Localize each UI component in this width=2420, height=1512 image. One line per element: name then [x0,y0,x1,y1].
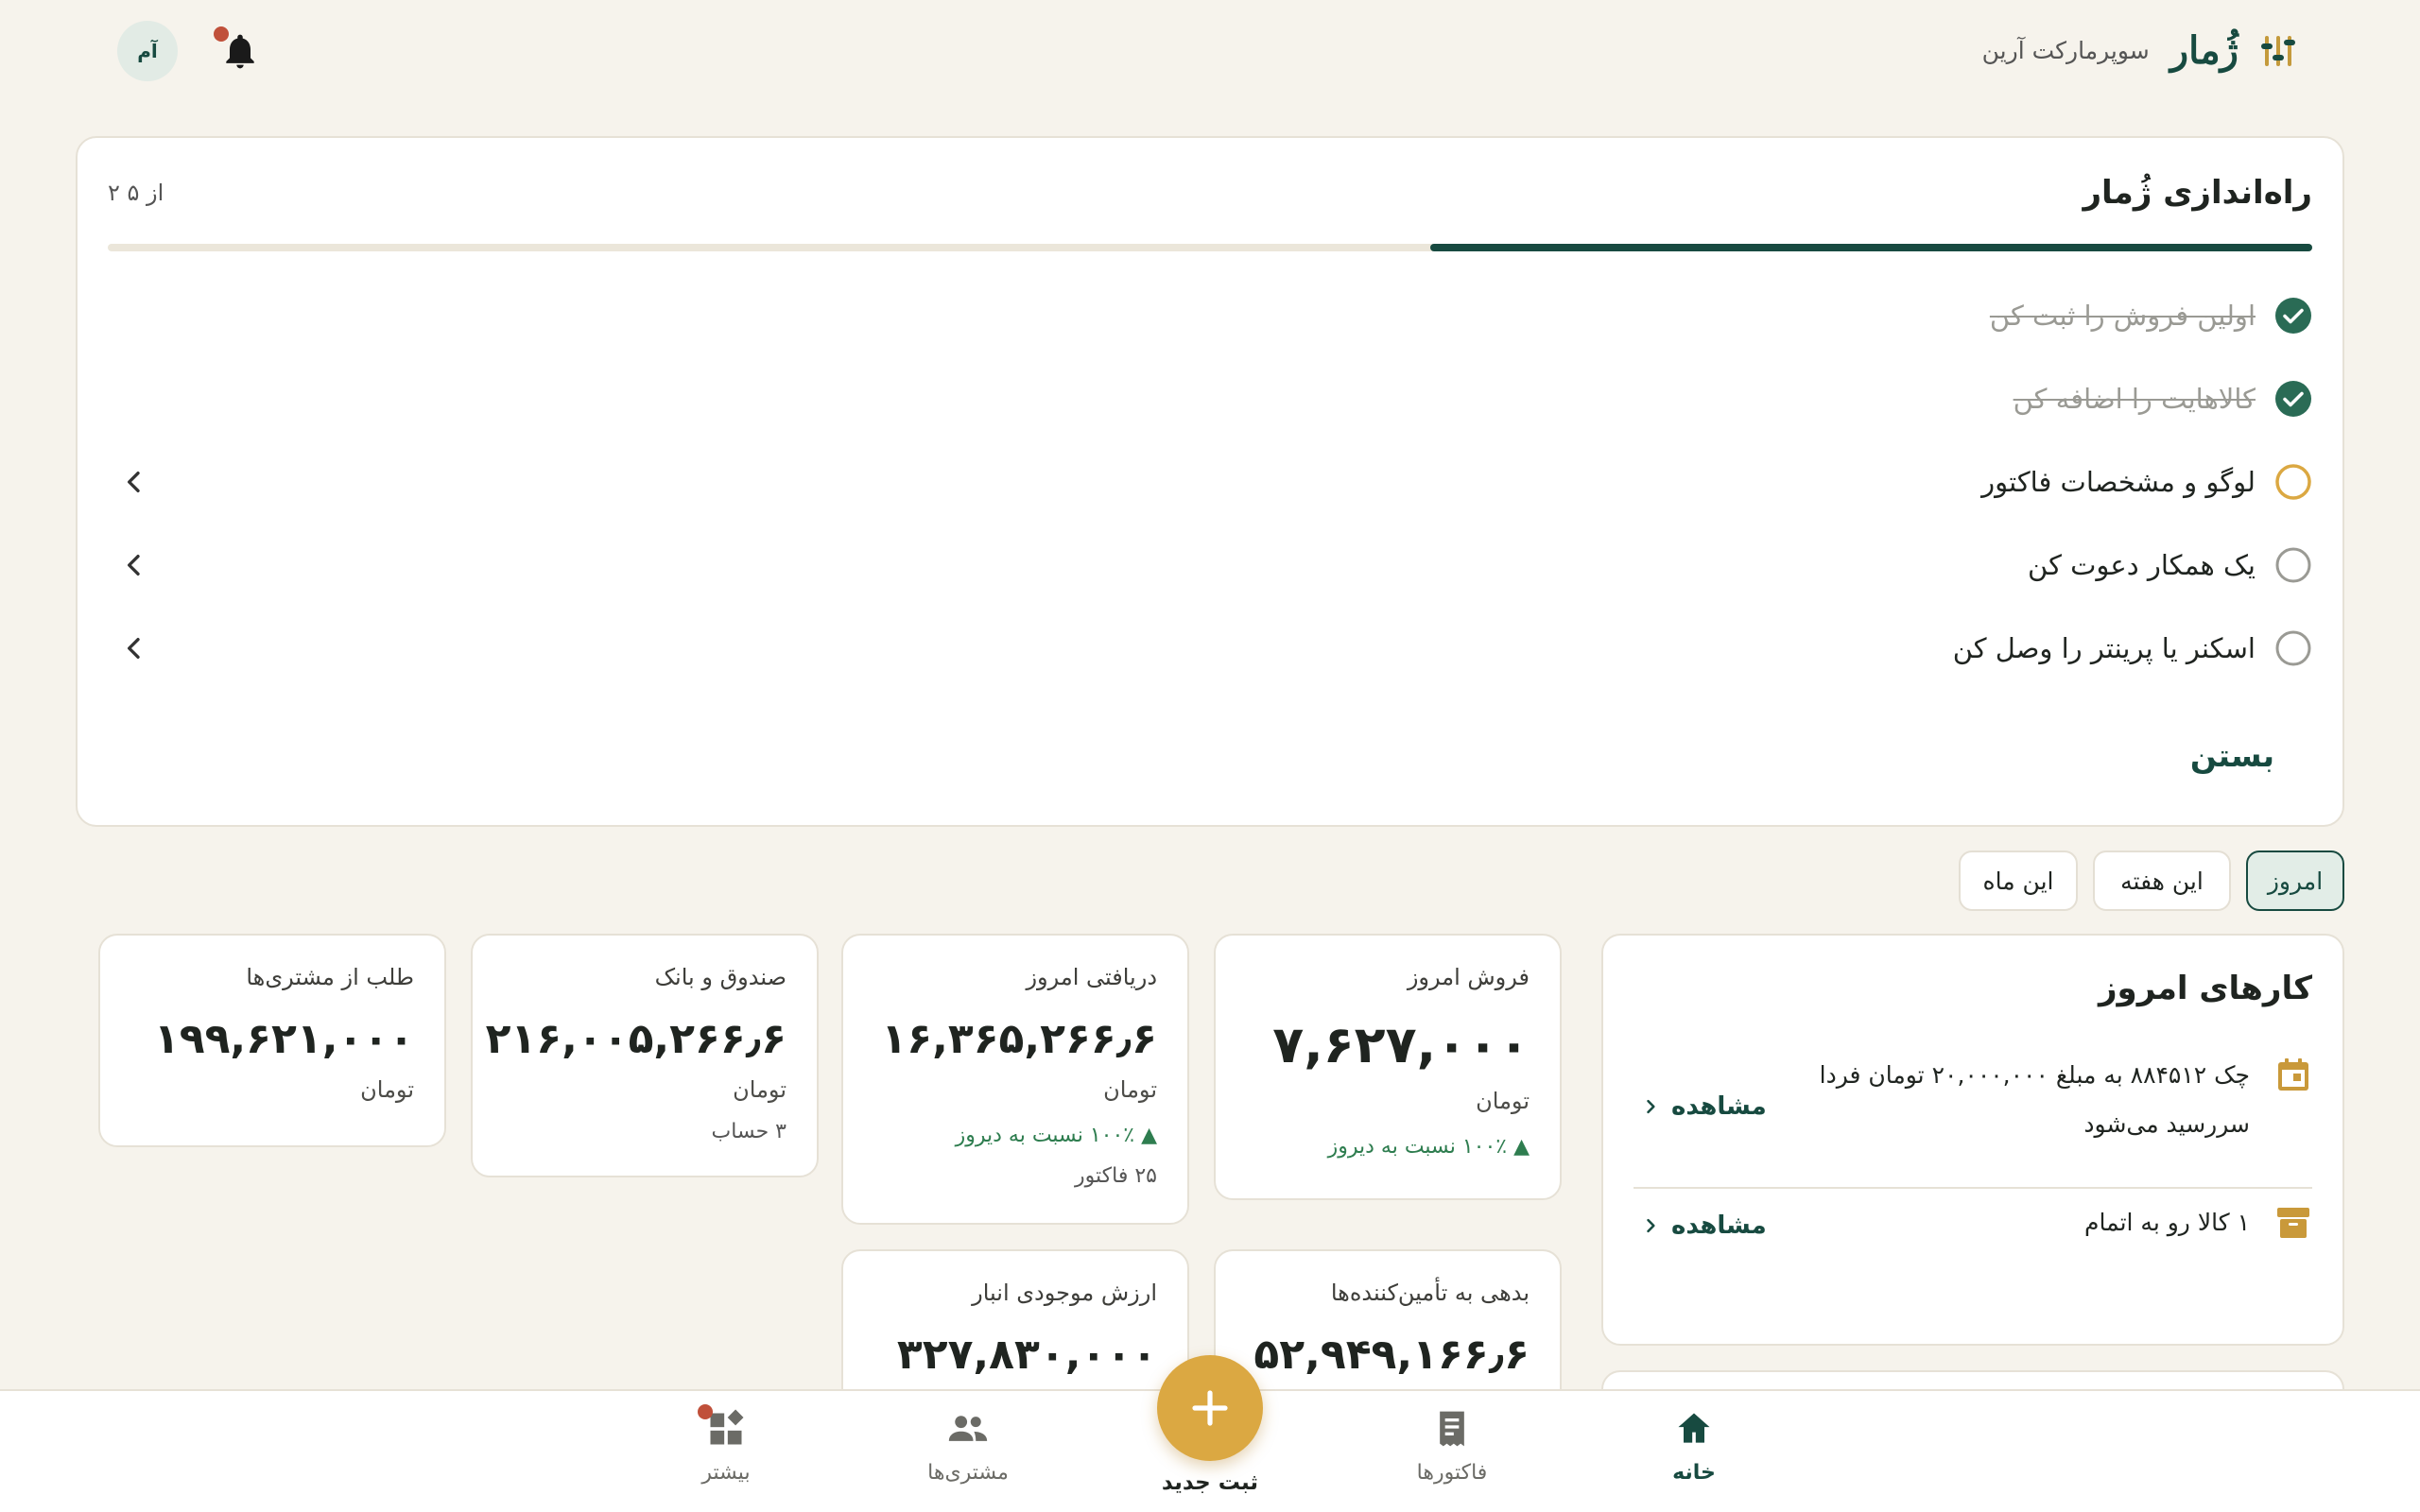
check-circle-icon [2275,381,2311,417]
nav-label: بیشتر [701,1461,751,1485]
todo-item: چک ۸۸۴۵۱۲ به مبلغ ۲۰,۰۰۰,۰۰۰ تومان فردا … [1634,1057,2312,1170]
nav-invoices[interactable]: فاکتورها [1376,1408,1528,1485]
stat-value: ۱۶,۳۶۵,۲۶۶٫۶ [881,1015,1157,1063]
today-tasks-card: کارهای امروز چک ۸۸۴۵۱۲ به مبلغ ۲۰,۰۰۰,۰۰… [1601,934,2344,1346]
stat-value: ۳۲۷,۸۳۰,۰۰۰ [896,1331,1157,1379]
nav-label: فاکتورها [1416,1461,1488,1485]
stat-card-sales[interactable]: فروش امروز ۷,۶۲۷,۰۰۰ تومان ▲ ۱۰۰٪ نسبت ب… [1214,934,1562,1200]
nav-label: خانه [1672,1461,1716,1485]
stat-sub: ۲۵ فاکتور [1075,1164,1157,1188]
stat-value: ۲۱۶,۰۰۵,۲۶۶٫۶ [485,1015,786,1063]
chevron-left-icon[interactable] [119,550,149,580]
tab-this-week[interactable]: این هفته [2093,850,2231,911]
brand: ژُمار سوپرمارکت آرین [1982,28,2297,73]
todo-item: ۱ کالا رو به اتمام مشاهده [1634,1204,2312,1280]
circle-empty-icon [2275,547,2311,583]
stat-title: دریافتی امروز [1026,964,1157,990]
view-link[interactable]: مشاهده [1641,1211,1767,1240]
setup-task-label: یک همکار دعوت کن [2028,549,2256,581]
chevron-left-icon[interactable] [119,467,149,497]
nav-home[interactable]: خانه [1618,1408,1770,1485]
view-link-label: مشاهده [1671,1211,1767,1240]
avatar[interactable]: آم [117,21,178,81]
stat-card-received[interactable]: دریافتی امروز ۱۶,۳۶۵,۲۶۶٫۶ تومان ▲ ۱۰۰٪ … [841,934,1189,1225]
notification-dot [214,26,229,42]
chevron-right-icon [1647,1099,1655,1114]
chevron-right-icon [1647,1218,1655,1233]
chevron-left-icon[interactable] [119,633,149,663]
stat-card-receivable[interactable]: طلب از مشتری‌ها ۱۹۹,۶۲۱,۰۰۰ تومان [98,934,446,1147]
stat-value: ۷,۶۲۷,۰۰۰ [1272,1015,1530,1074]
setup-task-label: اسکنر یا پرینتر را وصل کن [1952,632,2256,664]
stat-unit: تومان [1103,1076,1157,1103]
tab-this-month[interactable]: این ماه [1959,850,2078,911]
stat-title: بدهی به تأمین‌کننده‌ها [1330,1280,1530,1306]
stat-unit: تومان [360,1076,414,1103]
close-setup-button[interactable]: بستن [2190,737,2274,774]
circle-empty-icon [2275,630,2311,666]
brand-name: ژُمار [2169,28,2238,73]
divider [1634,1187,2312,1189]
setup-task[interactable]: لوگو و مشخصات فاکتور [108,454,2312,510]
new-entry-label: ثبت جدید [1161,1470,1259,1495]
stat-title: فروش امروز [1407,964,1530,990]
calendar-icon [2278,1058,2308,1091]
more-badge-dot [698,1404,713,1419]
setup-task-label: اولین فروش را ثبت کن [1989,300,2256,332]
stat-value: ۵۲,۹۴۹,۱۶۶٫۶ [1253,1331,1530,1379]
stat-value: ۱۹۹,۶۲۱,۰۰۰ [153,1015,414,1063]
stat-title: صندوق و بانک [654,964,786,990]
setup-task-label: کالاهایت را اضافه کن [2013,383,2256,415]
today-tasks-title: کارهای امروز [2098,970,2312,1007]
receipt-icon [1440,1411,1464,1447]
store-name: سوپرمارکت آرین [1981,37,2150,64]
nav-label: مشتری‌ها [927,1461,1009,1485]
setup-task: کالاهایت را اضافه کن [108,370,2312,427]
setup-progress-bar [108,244,2312,251]
setup-task[interactable]: یک همکار دعوت کن [108,537,2312,593]
new-entry-button[interactable] [1157,1355,1263,1461]
setup-step-counter: ۲ از ۵ [108,180,164,206]
setup-task: اولین فروش را ثبت کن [108,287,2312,344]
plus-icon [1192,1390,1228,1426]
circle-pending-icon [2275,464,2311,500]
nav-more[interactable]: بیشتر [650,1408,802,1485]
sliders-icon [2261,35,2295,66]
archive-icon [2277,1208,2309,1238]
people-icon [948,1416,988,1441]
stat-sub: ۳ حساب [711,1120,786,1143]
stat-unit: تومان [733,1076,786,1103]
setup-task-label: لوگو و مشخصات فاکتور [1981,466,2256,498]
stat-card-cash[interactable]: صندوق و بانک ۲۱۶,۰۰۵,۲۶۶٫۶ تومان ۳ حساب [471,934,819,1177]
home-icon [1678,1413,1710,1443]
setup-progress-fill [1430,244,2312,251]
stat-delta: ▲ ۱۰۰٪ نسبت به دیروز [955,1124,1157,1147]
stat-delta: ▲ ۱۰۰٪ نسبت به دیروز [1327,1135,1530,1159]
stat-unit: تومان [1476,1088,1530,1114]
view-link[interactable]: مشاهده [1641,1092,1767,1121]
todo-text: چک ۸۸۴۵۱۲ به مبلغ ۲۰,۰۰۰,۰۰۰ تومان فردا … [1819,1061,2250,1138]
view-link-label: مشاهده [1671,1092,1767,1121]
setup-title: راه‌اندازی ژُمار [2083,174,2312,212]
todo-text: ۱ کالا رو به اتمام [2084,1209,2250,1236]
check-circle-icon [2275,298,2311,334]
stat-title: ارزش موجودی انبار [972,1280,1157,1306]
setup-card: راه‌اندازی ژُمار ۲ از ۵ اولین فروش را ثب… [76,136,2344,827]
tab-today[interactable]: امروز [2246,850,2344,911]
setup-task[interactable]: اسکنر یا پرینتر را وصل کن [108,620,2312,677]
stat-title: طلب از مشتری‌ها [246,964,414,990]
nav-customers[interactable]: مشتری‌ها [892,1408,1044,1485]
